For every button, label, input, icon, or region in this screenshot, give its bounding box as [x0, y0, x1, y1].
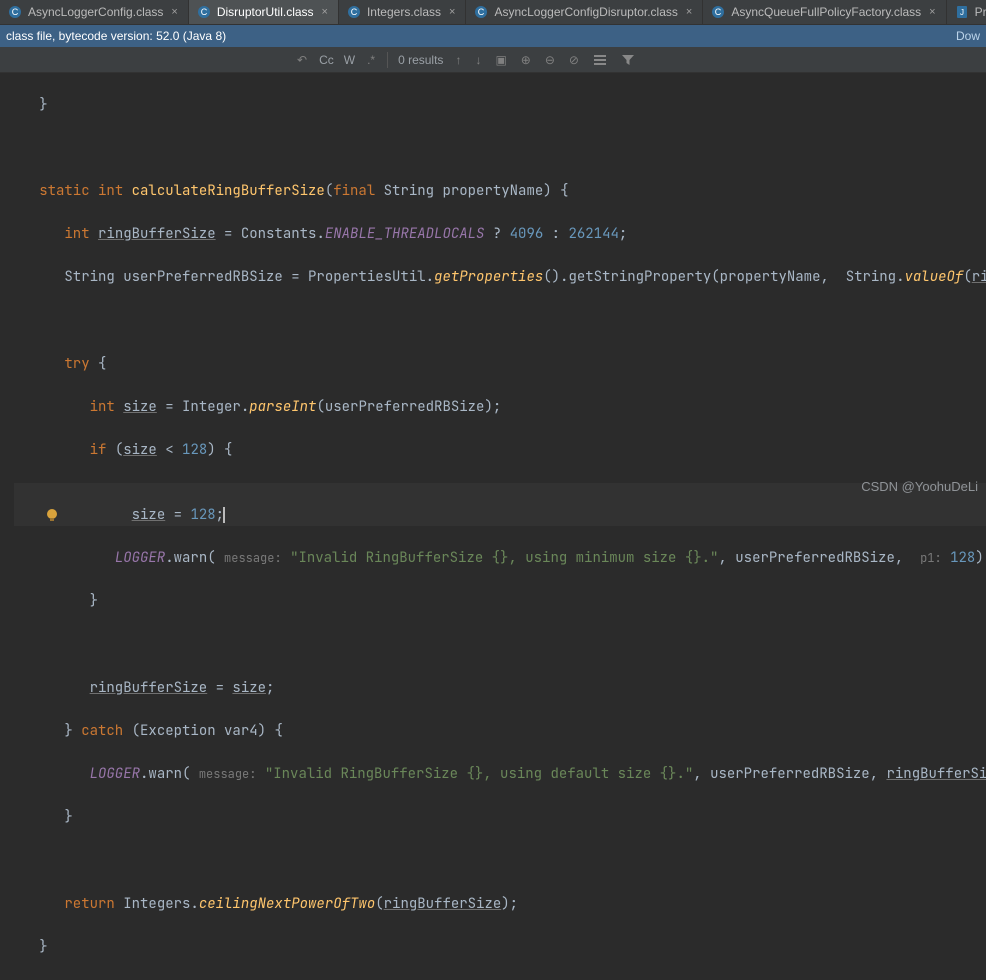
code-line: if (size < 128) { [14, 440, 986, 462]
tab-label: AsyncLoggerConfigDisruptor.class [494, 5, 677, 19]
code-line: } [14, 591, 986, 613]
code-line: int size = Integer.parseInt(userPreferre… [14, 397, 986, 419]
editor-tab[interactable]: C AsyncLoggerConfigDisruptor.class × [466, 0, 703, 24]
code-line [14, 850, 986, 872]
tab-label: AsyncLoggerConfig.class [28, 5, 163, 19]
class-file-icon: C [474, 5, 488, 19]
class-file-icon: C [711, 5, 725, 19]
tab-label: PropertiesUtil.java [975, 5, 986, 19]
code-line: int ringBufferSize = Constants.ENABLE_TH… [14, 224, 986, 246]
class-file-icon: C [347, 5, 361, 19]
decompile-info-bar: class file, bytecode version: 52.0 (Java… [0, 25, 986, 47]
tab-close-icon[interactable]: × [320, 6, 330, 18]
regex-toggle-icon[interactable]: .* [365, 51, 377, 69]
code-line: String userPreferredRBSize = PropertiesU… [14, 267, 986, 289]
code-editor[interactable]: } static int calculateRingBufferSize(fin… [0, 73, 986, 980]
svg-text:C: C [478, 7, 485, 17]
editor-tab[interactable]: C AsyncLoggerConfig.class × [0, 0, 189, 24]
words-toggle[interactable]: W [344, 53, 355, 67]
settings-icon[interactable] [591, 51, 609, 69]
tab-close-icon[interactable]: × [447, 6, 457, 18]
code-line: return Integers.ceilingNextPowerOfTwo(ri… [14, 894, 986, 916]
add-selection-icon[interactable]: ⊕ [519, 51, 533, 69]
results-count: 0 results [398, 53, 443, 67]
up-icon[interactable]: ↑ [453, 51, 463, 69]
prev-occurrence-icon[interactable]: ↶ [295, 51, 309, 69]
tab-close-icon[interactable]: × [927, 6, 937, 18]
text-caret [223, 507, 225, 523]
download-sources-link[interactable]: Dow [956, 29, 980, 43]
code-line: LOGGER.warn( message: "Invalid RingBuffe… [14, 548, 986, 570]
code-line [14, 634, 986, 656]
code-line: try { [14, 354, 986, 376]
code-line-active: size = 128; [14, 483, 986, 526]
code-line: ringBufferSize = size; [14, 678, 986, 700]
bytecode-info: class file, bytecode version: 52.0 (Java… [6, 29, 226, 43]
tab-label: Integers.class [367, 5, 441, 19]
tab-close-icon[interactable]: × [684, 6, 694, 18]
svg-text:C: C [201, 7, 208, 17]
code-line: } catch (Exception var4) { [14, 721, 986, 743]
code-line: } [14, 95, 986, 117]
separator [387, 52, 388, 68]
editor-tab[interactable]: JPropertiesUtil.java× [947, 0, 986, 24]
select-all-icon[interactable]: ▣ [493, 51, 508, 69]
editor-tab[interactable]: C Integers.class × [339, 0, 466, 24]
tab-bar: C AsyncLoggerConfig.class × C DisruptorUtil.… [0, 0, 986, 25]
down-icon[interactable]: ↓ [473, 51, 483, 69]
class-file-icon: C [8, 5, 22, 19]
exclude-icon[interactable]: ⊘ [567, 51, 581, 69]
tab-label: AsyncQueueFullPolicyFactory.class [731, 5, 921, 19]
code-line: } [14, 807, 986, 829]
match-case-toggle[interactable]: Cc [319, 53, 334, 67]
svg-text:C: C [12, 7, 19, 17]
code-line [14, 138, 986, 160]
java-file-icon: J [955, 5, 969, 19]
tab-close-icon[interactable]: × [169, 6, 179, 18]
tab-label: DisruptorUtil.class [217, 5, 314, 19]
svg-text:J: J [960, 8, 964, 17]
code-line: } [14, 937, 986, 959]
class-file-icon: C [197, 5, 211, 19]
code-line [14, 311, 986, 333]
remove-selection-icon[interactable]: ⊖ [543, 51, 557, 69]
filter-icon[interactable] [619, 51, 637, 69]
editor-tab[interactable]: C DisruptorUtil.class × [189, 0, 339, 24]
code-line: static int calculateRingBufferSize(final… [14, 181, 986, 203]
svg-text:C: C [715, 7, 722, 17]
watermark: CSDN @YoohuDeLi [861, 479, 978, 494]
editor-tab[interactable]: C AsyncQueueFullPolicyFactory.class × [703, 0, 946, 24]
svg-text:C: C [351, 7, 358, 17]
intention-bulb-icon[interactable] [11, 486, 25, 500]
find-toolbar: ↶ Cc W .* 0 results ↑ ↓ ▣ ⊕ ⊖ ⊘ [0, 47, 986, 73]
code-line: LOGGER.warn( message: "Invalid RingBuffe… [14, 764, 986, 786]
